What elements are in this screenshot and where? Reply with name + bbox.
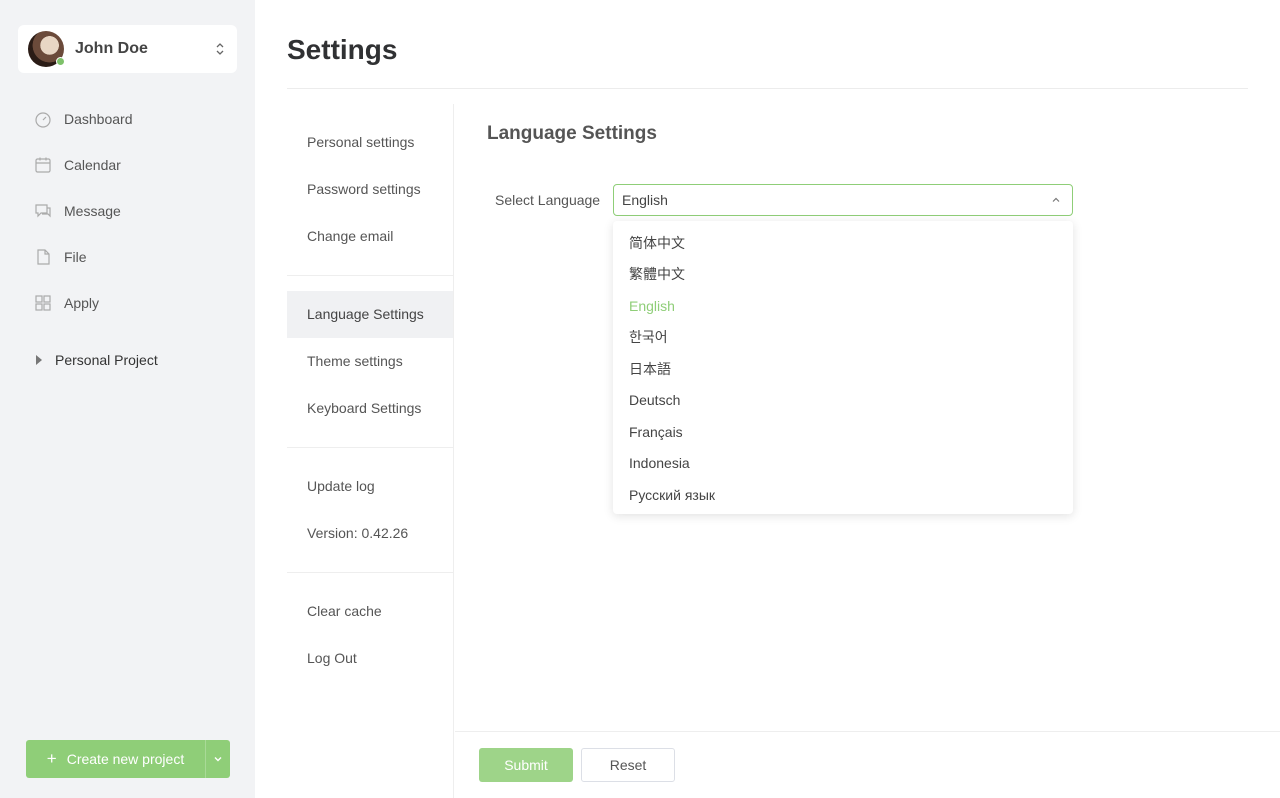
main-panel: Settings Personal settings Password sett… xyxy=(255,0,1280,798)
page-title: Settings xyxy=(287,34,398,65)
menu-item-clear-cache[interactable]: Clear cache xyxy=(287,588,453,635)
sidebar-item-apply[interactable]: Apply xyxy=(0,280,255,326)
message-icon xyxy=(34,202,52,220)
sidebar-item-label: Calendar xyxy=(64,157,121,173)
menu-item-update-log[interactable]: Update log xyxy=(287,463,453,510)
calendar-icon xyxy=(34,156,52,174)
language-option-japanese[interactable]: 日本語 xyxy=(613,353,1073,385)
user-name: John Doe xyxy=(75,40,148,57)
menu-item-log-out[interactable]: Log Out xyxy=(287,635,453,682)
menu-item-language-settings[interactable]: Language Settings xyxy=(287,291,453,338)
divider xyxy=(455,731,1280,732)
divider xyxy=(287,88,1248,89)
file-icon xyxy=(34,248,52,266)
menu-item-change-email[interactable]: Change email xyxy=(287,213,453,260)
menu-item-personal-settings[interactable]: Personal settings xyxy=(287,119,453,166)
language-select-value: English xyxy=(622,192,668,208)
language-option-english[interactable]: English xyxy=(613,290,1073,322)
menu-group-account: Personal settings Password settings Chan… xyxy=(287,104,453,276)
sidebar-item-label: Dashboard xyxy=(64,111,133,127)
chevron-down-icon xyxy=(214,757,222,762)
reset-button[interactable]: Reset xyxy=(581,748,675,782)
select-language-label: Select Language xyxy=(495,192,601,208)
project-group-personal[interactable]: Personal Project xyxy=(36,352,158,368)
dashboard-icon xyxy=(34,110,52,128)
language-option-zh-hans[interactable]: 简体中文 xyxy=(613,227,1073,259)
sidebar-item-dashboard[interactable]: Dashboard xyxy=(0,96,255,142)
language-option-korean[interactable]: 한국어 xyxy=(613,322,1073,354)
language-option-russian[interactable]: Русский язык xyxy=(613,479,1073,511)
chevron-up-icon xyxy=(1052,197,1060,202)
language-settings-panel: Language Settings Select Language Englis… xyxy=(455,104,1280,798)
menu-group-session: Clear cache Log Out xyxy=(287,573,453,697)
online-status-dot xyxy=(56,57,65,66)
sidebar-item-label: Apply xyxy=(64,295,100,311)
create-project-dropdown-button[interactable] xyxy=(206,740,230,778)
sidebar-item-label: File xyxy=(64,249,87,265)
sidebar-nav: Dashboard Calendar Message File Apply xyxy=(0,96,255,326)
menu-item-theme-settings[interactable]: Theme settings xyxy=(287,338,453,385)
create-project-label: Create new project xyxy=(66,751,185,767)
sidebar: John Doe Dashboard Calendar Message File… xyxy=(0,0,255,798)
sidebar-item-file[interactable]: File xyxy=(0,234,255,280)
sidebar-item-message[interactable]: Message xyxy=(0,188,255,234)
submit-button[interactable]: Submit xyxy=(479,748,573,782)
section-title: Language Settings xyxy=(487,123,657,144)
menu-item-password-settings[interactable]: Password settings xyxy=(287,166,453,213)
menu-item-keyboard-settings[interactable]: Keyboard Settings xyxy=(287,385,453,432)
version-label: Version: 0.42.26 xyxy=(307,525,409,541)
menu-group-preferences: Language Settings Theme settings Keyboar… xyxy=(287,276,453,448)
menu-group-about: Update log Version: 0.42.26 xyxy=(287,448,453,573)
avatar xyxy=(28,31,65,67)
plus-icon: + xyxy=(46,749,57,768)
create-project-button-group: + Create new project xyxy=(26,740,230,778)
language-select[interactable]: English xyxy=(613,184,1073,216)
language-option-french[interactable]: Français xyxy=(613,416,1073,448)
language-dropdown: 简体中文 繁體中文 English 한국어 日本語 Deutsch França… xyxy=(613,221,1073,514)
settings-menu: Personal settings Password settings Chan… xyxy=(287,104,454,798)
create-project-button[interactable]: + Create new project xyxy=(26,740,206,778)
user-switcher[interactable]: John Doe xyxy=(18,25,237,73)
sidebar-item-calendar[interactable]: Calendar xyxy=(0,142,255,188)
apps-icon xyxy=(34,294,52,312)
chevron-up-down-icon xyxy=(216,43,224,55)
language-option-german[interactable]: Deutsch xyxy=(613,385,1073,417)
language-option-zh-hant[interactable]: 繁體中文 xyxy=(613,259,1073,291)
sidebar-item-label: Message xyxy=(64,203,121,219)
caret-right-icon xyxy=(36,355,42,365)
project-group-label: Personal Project xyxy=(55,352,158,368)
language-option-indonesian[interactable]: Indonesia xyxy=(613,448,1073,480)
